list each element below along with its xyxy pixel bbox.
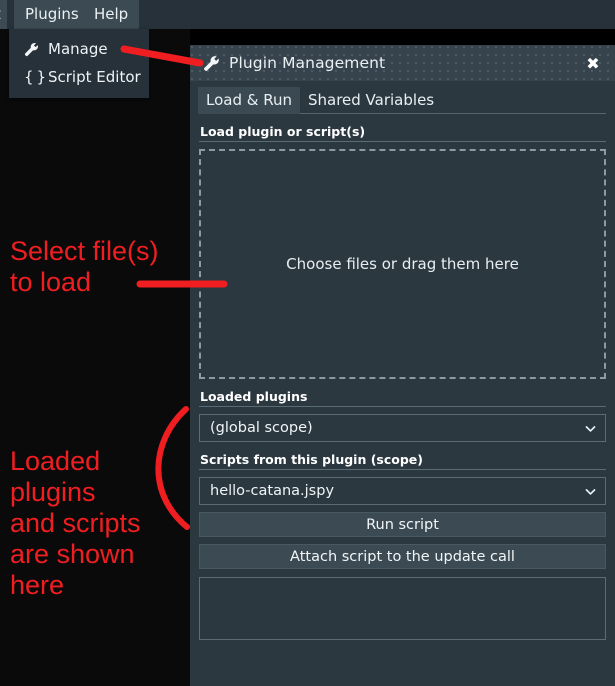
- plugin-management-dialog: Plugin Management ✖ Load & Run Shared Va…: [190, 45, 615, 686]
- wrench-icon: [24, 42, 48, 57]
- loaded-plugins-selected-value: (global scope): [210, 420, 313, 436]
- attach-script-button[interactable]: Attach script to the update call: [199, 544, 606, 569]
- close-icon[interactable]: ✖: [584, 54, 602, 73]
- load-plugin-section-label: Load plugin or script(s): [200, 124, 366, 139]
- run-script-button[interactable]: Run script: [199, 512, 606, 537]
- menu-bar: t Plugins Help: [0, 0, 615, 29]
- tab-shared-variables[interactable]: Shared Variables: [300, 87, 442, 114]
- scripts-from-plugin-label: Scripts from this plugin (scope): [200, 452, 423, 467]
- plugins-dropdown-menu: Manage { } Script Editor: [9, 29, 149, 98]
- menu-item-partial[interactable]: t: [0, 0, 7, 29]
- chevron-down-icon: [584, 485, 597, 498]
- menu-item-help[interactable]: Help: [83, 0, 140, 29]
- loaded-plugins-select[interactable]: (global scope): [199, 414, 606, 442]
- menu-item-plugins[interactable]: Plugins: [14, 0, 90, 29]
- loaded-plugins-label: Loaded plugins: [200, 389, 308, 404]
- file-dropzone[interactable]: Choose files or drag them here: [199, 149, 606, 379]
- braces-icon: { }: [24, 68, 47, 86]
- scripts-select[interactable]: hello-catana.jspy: [199, 477, 606, 505]
- scripts-selected-value: hello-catana.jspy: [210, 483, 335, 499]
- menu-option-script-editor[interactable]: { } Script Editor: [9, 63, 149, 91]
- section-divider: [199, 141, 606, 142]
- menu-option-script-editor-label: Script Editor: [48, 68, 141, 86]
- wrench-icon: [203, 55, 220, 72]
- dialog-body: Load plugin or script(s) Choose files or…: [190, 124, 615, 640]
- annotation-select-files: Select file(s) to load: [10, 236, 159, 297]
- dialog-tab-strip: Load & Run Shared Variables: [190, 85, 615, 114]
- dialog-title: Plugin Management: [229, 54, 386, 72]
- tab-load-and-run[interactable]: Load & Run: [198, 87, 300, 114]
- chevron-down-icon: [584, 422, 597, 435]
- dialog-title-bar[interactable]: Plugin Management ✖: [190, 45, 615, 81]
- menu-option-manage[interactable]: Manage: [9, 35, 149, 63]
- section-divider: [199, 406, 606, 407]
- script-output-pane[interactable]: [199, 577, 606, 640]
- file-dropzone-label: Choose files or drag them here: [286, 255, 519, 273]
- annotation-loaded-plugins: Loaded plugins and scripts are shown her…: [10, 446, 141, 600]
- section-divider: [199, 469, 606, 470]
- menu-option-manage-label: Manage: [48, 40, 108, 58]
